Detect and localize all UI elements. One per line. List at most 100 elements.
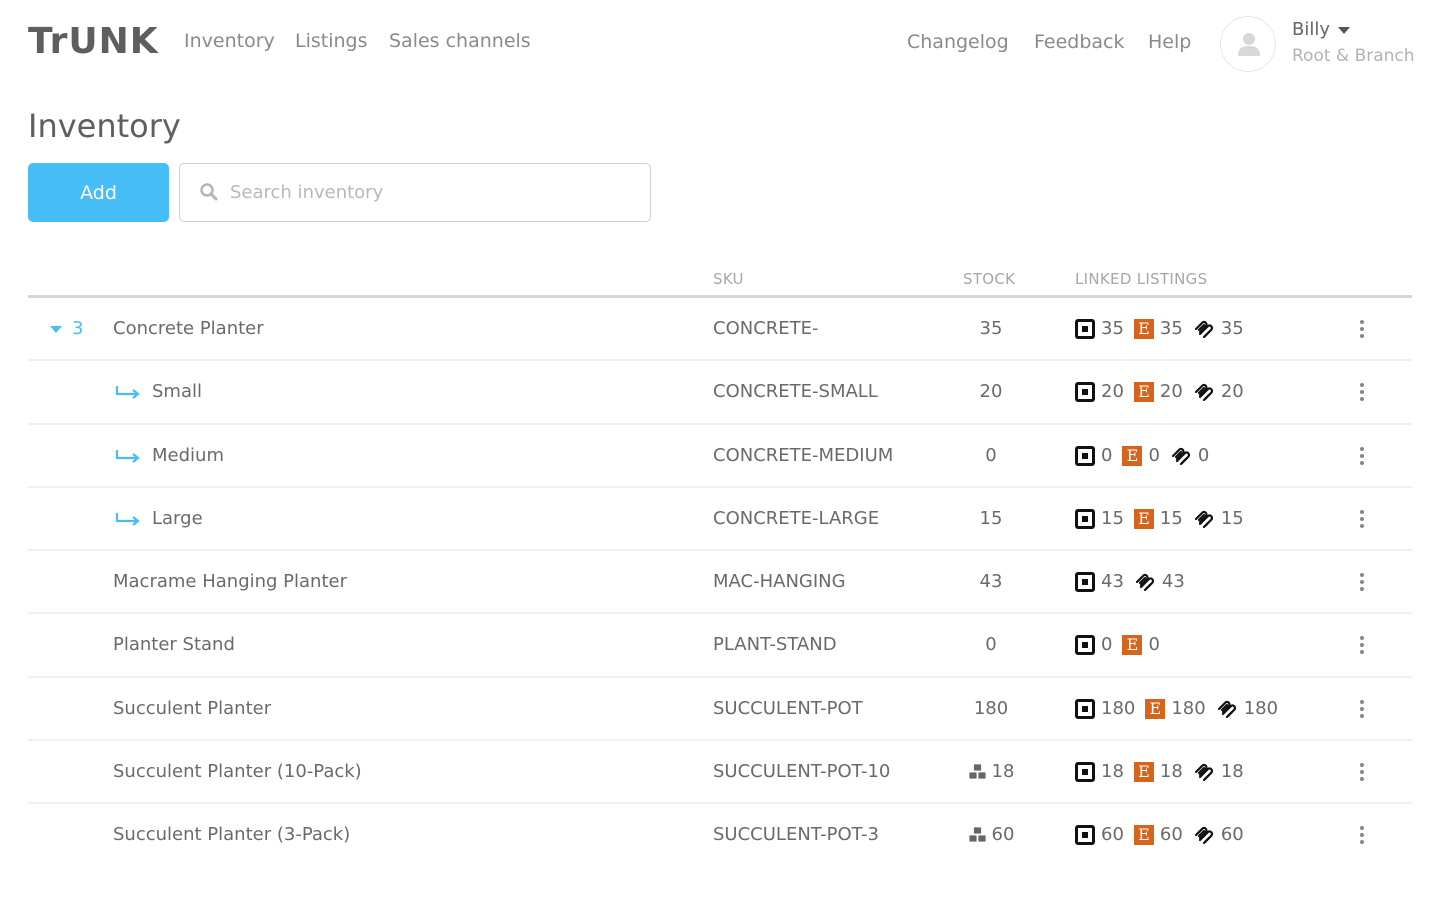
listing-etsy[interactable]: E 180 xyxy=(1145,698,1206,720)
listing-squarespace[interactable]: 60 xyxy=(1193,824,1244,846)
row-menu-button[interactable] xyxy=(1348,509,1376,530)
more-vertical-icon-dot xyxy=(1360,383,1364,388)
avatar[interactable] xyxy=(1220,16,1276,72)
listing-quantity: 0 xyxy=(1148,634,1160,656)
item-name[interactable]: Large xyxy=(152,508,203,530)
listing-squarespace[interactable]: 0 xyxy=(1170,445,1209,467)
item-sku: SUCCULENT-POT xyxy=(713,697,863,719)
listing-etsy[interactable]: E 20 xyxy=(1133,381,1183,403)
table-row[interactable]: Small CONCRETE-SMALL 20 20 E 20 20 xyxy=(28,361,1412,425)
add-button[interactable]: Add xyxy=(28,163,169,222)
squarespace-logo-icon xyxy=(1194,510,1213,528)
listing-squarespace[interactable]: 15 xyxy=(1193,508,1244,530)
squarespace-logo-icon xyxy=(1171,447,1190,465)
listing-etsy[interactable]: E 35 xyxy=(1133,318,1183,340)
item-sku: MAC-HANGING xyxy=(713,571,846,593)
listing-squarespace[interactable]: 43 xyxy=(1134,571,1185,593)
row-menu-button[interactable] xyxy=(1348,383,1376,403)
more-vertical-icon-dot xyxy=(1360,643,1364,648)
listing-square[interactable]: 20 xyxy=(1075,381,1124,403)
item-name[interactable]: Succulent Planter (3-Pack) xyxy=(113,824,350,846)
nav-help[interactable]: Help xyxy=(1148,30,1191,54)
column-header-linked-listings: LINKED LISTINGS xyxy=(1075,270,1208,288)
table-row[interactable]: Macrame Hanging Planter MAC-HANGING 43 43 43 xyxy=(28,551,1412,615)
listing-etsy[interactable]: E0 xyxy=(1122,444,1160,467)
etsy-logo-icon: E xyxy=(1122,635,1143,656)
listing-etsy[interactable]: E 18 xyxy=(1133,761,1183,783)
table-row[interactable]: Planter Stand PLANT-STAND 0 0 E 0 xyxy=(28,614,1412,678)
row-menu-button[interactable] xyxy=(1348,699,1376,720)
item-sku: CONCRETE-SMALL xyxy=(713,381,878,403)
stock-value: 15 xyxy=(979,507,1003,529)
nav-listings[interactable]: Listings xyxy=(295,29,368,53)
nav-changelog[interactable]: Changelog xyxy=(907,30,1009,54)
listing-quantity: 18 xyxy=(1159,761,1183,783)
listing-quantity: 0 xyxy=(1148,444,1160,466)
listing-squarespace[interactable]: 35 xyxy=(1193,318,1244,340)
listing-quantity: 43 xyxy=(1161,571,1185,593)
row-menu-button[interactable] xyxy=(1348,636,1376,656)
more-vertical-icon-dot xyxy=(1360,770,1364,775)
table-row[interactable]: Succulent Planter (3-Pack) SUCCULENT-POT-… xyxy=(28,804,1412,867)
item-name[interactable]: Medium xyxy=(152,445,224,467)
listing-square[interactable]: 35 xyxy=(1075,318,1124,340)
table-row[interactable]: Large CONCRETE-LARGE 15 15 E 15 15 xyxy=(28,488,1412,552)
search-box[interactable] xyxy=(179,163,651,222)
etsy-logo-icon: E xyxy=(1133,825,1154,846)
listing-squarespace[interactable]: 18 xyxy=(1193,761,1244,783)
listing-square[interactable]: 0 xyxy=(1075,445,1112,467)
table-row[interactable]: 3 Concrete Planter CONCRETE- 35 35 E 35 35 xyxy=(28,298,1412,362)
square-logo-icon xyxy=(1075,825,1095,846)
user-name[interactable]: Billy xyxy=(1292,19,1330,41)
listing-square[interactable]: 0 xyxy=(1075,634,1112,656)
user-silhouette-icon xyxy=(1238,33,1260,56)
item-name[interactable]: Macrame Hanging Planter xyxy=(113,571,347,593)
listing-quantity: 18 xyxy=(1220,761,1244,783)
square-logo-icon xyxy=(1075,445,1095,466)
listing-square[interactable]: 60 xyxy=(1075,824,1124,846)
listing-square[interactable]: 180 xyxy=(1075,698,1135,720)
column-header-stock[interactable]: STOCK xyxy=(963,270,1015,288)
listing-quantity: 180 xyxy=(1101,697,1136,719)
listing-quantity: 20 xyxy=(1159,381,1183,403)
listing-etsy[interactable]: E 60 xyxy=(1133,824,1183,846)
nav-feedback[interactable]: Feedback xyxy=(1034,30,1124,54)
item-name[interactable]: Succulent Planter (10-Pack) xyxy=(113,761,362,783)
item-name[interactable]: Planter Stand xyxy=(113,634,235,656)
listing-etsy[interactable]: E0 xyxy=(1122,634,1160,656)
more-vertical-icon-dot xyxy=(1360,453,1364,458)
row-menu-button[interactable] xyxy=(1348,446,1376,467)
variant-count: 3 xyxy=(72,318,84,339)
row-menu-button[interactable] xyxy=(1348,573,1376,593)
nav-inventory[interactable]: Inventory xyxy=(184,29,275,53)
table-row[interactable]: Succulent Planter SUCCULENT-POT 180 180 E 180… xyxy=(28,678,1412,742)
row-menu-button[interactable] xyxy=(1348,826,1376,846)
nav-sales-channels[interactable]: Sales channels xyxy=(389,29,531,53)
more-vertical-icon-dot xyxy=(1360,334,1364,338)
listing-quantity: 35 xyxy=(1220,318,1244,339)
row-menu-button[interactable] xyxy=(1348,320,1376,340)
child-arrow-icon xyxy=(115,386,140,400)
item-name[interactable]: Concrete Planter xyxy=(113,318,264,340)
listing-etsy[interactable]: E 15 xyxy=(1133,508,1183,530)
listing-square[interactable]: 15 xyxy=(1075,508,1124,530)
squarespace-logo-icon xyxy=(1194,384,1213,402)
column-header-sku[interactable]: SKU xyxy=(713,270,744,288)
listing-squarespace[interactable]: 20 xyxy=(1193,381,1244,403)
row-menu-button[interactable] xyxy=(1348,763,1376,783)
listing-squarespace[interactable]: 180 xyxy=(1216,698,1278,720)
listing-square[interactable]: 43 xyxy=(1075,571,1124,593)
more-vertical-icon-dot xyxy=(1360,397,1364,402)
table-row[interactable]: Medium CONCRETE-MEDIUM 0 0 E 0 0 xyxy=(28,425,1412,488)
search-input[interactable] xyxy=(230,164,640,221)
expand-variants-toggle[interactable]: 3 xyxy=(50,318,83,340)
listing-quantity: 35 xyxy=(1159,318,1183,339)
item-name[interactable]: Small xyxy=(152,381,202,403)
more-vertical-icon-dot xyxy=(1360,826,1364,831)
user-menu-caret-icon[interactable] xyxy=(1338,27,1350,34)
item-name[interactable]: Succulent Planter xyxy=(113,698,271,720)
listing-quantity: 0 xyxy=(1101,444,1113,466)
table-row[interactable]: Succulent Planter (10-Pack) SUCCULENT-POT… xyxy=(28,741,1412,805)
listing-square[interactable]: 18 xyxy=(1075,761,1124,783)
trunk-logo[interactable]: TrUNK xyxy=(28,22,159,62)
